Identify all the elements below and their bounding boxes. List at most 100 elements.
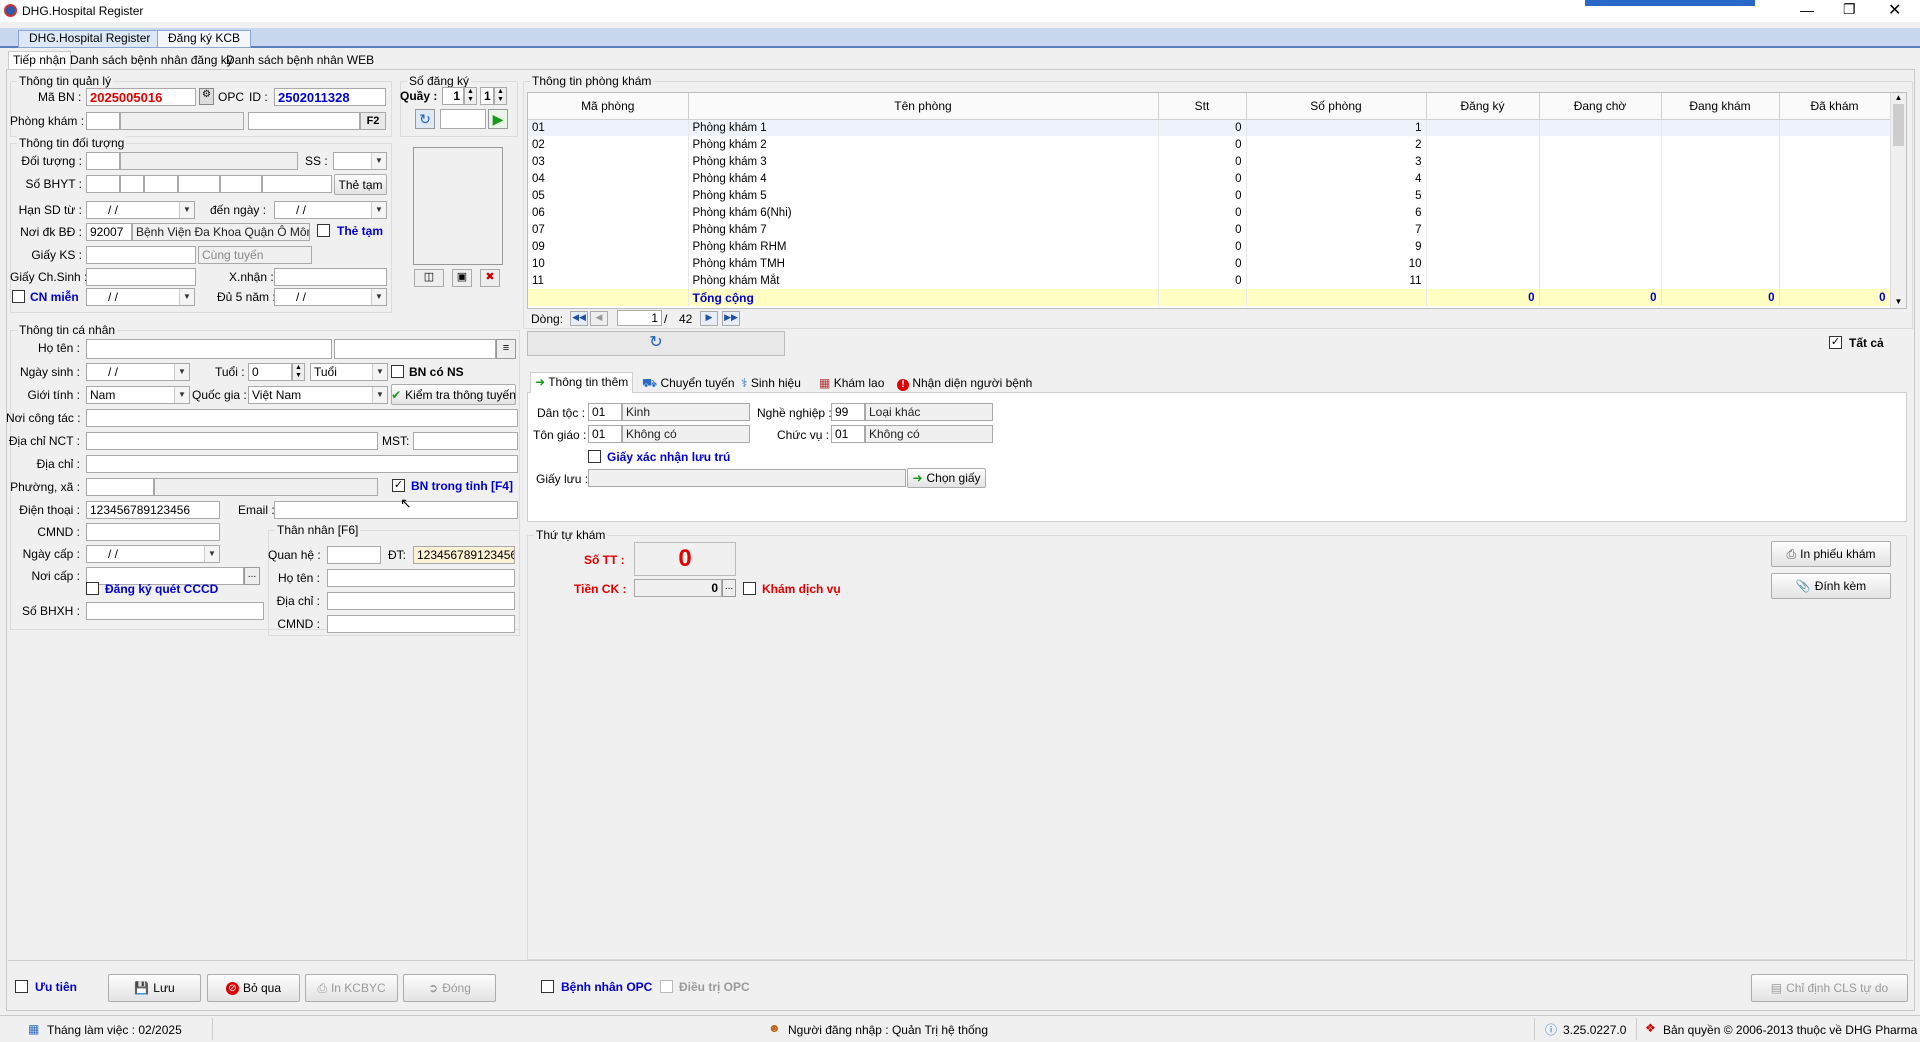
- scroll-up-icon[interactable]: ▲: [1891, 93, 1906, 102]
- table-row[interactable]: 11 Phòng khám Mắt 0 11: [528, 272, 1891, 289]
- table-row[interactable]: 10 Phòng khám TMH 0 10: [528, 255, 1891, 272]
- in-kcbyc-button[interactable]: ⎙ In KCBYC: [305, 974, 398, 1002]
- tab-ds-bn-dang-ky[interactable]: Danh sách bệnh nhân đăng ký: [66, 52, 237, 70]
- xnhan-field[interactable]: [274, 268, 387, 286]
- so-dang-ky-field[interactable]: [440, 109, 486, 129]
- play-icon[interactable]: ▶: [488, 109, 508, 129]
- phong-kham-code[interactable]: [86, 112, 120, 130]
- dan-toc-code[interactable]: 01: [588, 403, 622, 421]
- so-bhyt-part2[interactable]: [120, 175, 144, 193]
- dinh-kem-button[interactable]: 📎 Đính kèm: [1771, 573, 1891, 599]
- column-header[interactable]: Đang khám: [1661, 93, 1780, 120]
- table-row[interactable]: 06 Phòng khám 6(Nhi) 0 6: [528, 204, 1891, 221]
- tab-ds-bn-web[interactable]: Danh sách bệnh nhân WEB: [222, 52, 378, 70]
- dien-thoai-field[interactable]: 123456789123456: [86, 501, 220, 519]
- scroll-down-icon[interactable]: ▼: [1891, 297, 1906, 306]
- table-row[interactable]: 03 Phòng khám 303: [528, 153, 1891, 170]
- grid-scrollbar[interactable]: ▲ ▼: [1890, 93, 1906, 308]
- tuoi-spinner[interactable]: ▲ ▼: [292, 363, 305, 381]
- giay-xac-nhan-checkbox[interactable]: [588, 450, 601, 463]
- column-header[interactable]: Đang chờ: [1539, 93, 1662, 120]
- email-field[interactable]: [274, 501, 518, 519]
- dt-field[interactable]: 123456789123456: [413, 546, 515, 564]
- close-icon[interactable]: ✕: [1888, 0, 1901, 20]
- so-bhxh-field[interactable]: [86, 602, 264, 620]
- tab-thong-tin-them[interactable]: ➜ Thông tin thêm: [530, 372, 634, 393]
- ma-bn-field[interactable]: 2025005016: [86, 88, 196, 106]
- next-page-icon[interactable]: ▶: [700, 311, 718, 326]
- dong-button[interactable]: ➲ Đóng: [403, 974, 496, 1002]
- doc-tab-hospital-register[interactable]: DHG.Hospital Register: [18, 30, 162, 48]
- quan-he-field[interactable]: [327, 546, 381, 564]
- mst-field[interactable]: [413, 432, 518, 450]
- han-sd-from[interactable]: / / ▼: [86, 201, 195, 219]
- minimize-icon[interactable]: —: [1800, 2, 1814, 18]
- column-header[interactable]: Stt: [1158, 93, 1247, 120]
- in-phieu-kham-button[interactable]: ⎙ In phiếu khám: [1771, 541, 1891, 567]
- bo-qua-button[interactable]: ⊘ Bỏ qua: [207, 974, 300, 1002]
- noi-cong-tac-field[interactable]: [86, 409, 518, 427]
- ho-ten-extra[interactable]: [334, 339, 496, 359]
- so-bhyt-part3[interactable]: [144, 175, 178, 193]
- prev-page-icon[interactable]: ◀: [590, 311, 608, 326]
- kham-dich-vu-checkbox[interactable]: [743, 582, 756, 595]
- nghe-nghiep-code[interactable]: 99: [831, 403, 865, 421]
- column-header[interactable]: Đã khám: [1779, 93, 1891, 120]
- table-row[interactable]: 05 Phòng khám 505: [528, 187, 1891, 204]
- tab-sinh-hieu[interactable]: ⚕ Sinh hiệu: [737, 375, 805, 393]
- uu-tien-checkbox[interactable]: [15, 980, 28, 993]
- column-header[interactable]: Đăng ký: [1426, 93, 1540, 120]
- tab-chuyen-tuyen[interactable]: ⛟ Chuyển tuyến: [638, 375, 739, 393]
- kiem-tra-thong-tuyen-button[interactable]: ✔ Kiểm tra thông tuyến: [391, 384, 516, 405]
- dia-chi-field[interactable]: [86, 455, 518, 473]
- table-row[interactable]: 01 Phòng khám 101: [528, 119, 1891, 136]
- chuc-vu-code[interactable]: 01: [831, 425, 865, 443]
- quoc-gia-select[interactable]: Việt Nam ▼: [248, 386, 388, 404]
- table-row[interactable]: 09 Phòng khám RHM 0 9: [528, 238, 1891, 255]
- cn-mien-checkbox[interactable]: [12, 290, 25, 303]
- column-header[interactable]: Mã phòng: [528, 93, 689, 120]
- phong-kham-extra[interactable]: [248, 112, 360, 130]
- id-field[interactable]: 2502011328: [274, 88, 386, 106]
- dang-ky-cccd-checkbox[interactable]: [86, 582, 99, 595]
- so-bhyt-part6[interactable]: [262, 175, 332, 193]
- ton-giao-code[interactable]: 01: [588, 425, 622, 443]
- maximize-icon[interactable]: ❐: [1843, 1, 1856, 18]
- so-bhyt-part4[interactable]: [178, 175, 220, 193]
- tab-nhan-dien[interactable]: ! Nhận diện người bệnh: [893, 375, 1036, 393]
- tuoi-field[interactable]: 0: [248, 363, 292, 381]
- cmnd-field[interactable]: [86, 523, 220, 541]
- more-icon[interactable]: ...: [722, 579, 736, 597]
- than-nhan-dia-chi-field[interactable]: [327, 592, 515, 610]
- doi-tuong-code[interactable]: [86, 152, 120, 170]
- luu-button[interactable]: 💾 Lưu: [108, 974, 201, 1002]
- gioi-tinh-select[interactable]: Nam ▼: [86, 386, 190, 404]
- chi-dinh-cls-button[interactable]: ▤ Chỉ định CLS tự do: [1751, 974, 1908, 1002]
- tuoi-unit-select[interactable]: Tuổi ▼: [310, 363, 388, 381]
- photo-delete-icon[interactable]: ✖: [480, 269, 500, 287]
- than-nhan-ho-ten-field[interactable]: [327, 569, 515, 587]
- table-row[interactable]: 02 Phòng khám 202: [528, 136, 1891, 153]
- giay-chsinh-field[interactable]: [86, 268, 196, 286]
- column-header[interactable]: Số phòng: [1246, 93, 1427, 120]
- first-page-icon[interactable]: ◀◀: [570, 311, 588, 326]
- table-row[interactable]: 04 Phòng khám 404: [528, 170, 1891, 187]
- column-header[interactable]: Tên phòng: [688, 93, 1159, 120]
- bn-co-ns-checkbox[interactable]: [391, 365, 404, 378]
- ho-ten-field[interactable]: [86, 339, 332, 359]
- bn-trong-tinh-checkbox[interactable]: ✓: [392, 479, 405, 492]
- ss-select[interactable]: ▼: [333, 152, 387, 170]
- than-nhan-cmnd-field[interactable]: [327, 615, 515, 633]
- so-bhyt-part5[interactable]: [220, 175, 262, 193]
- so-bhyt-part1[interactable]: [86, 175, 120, 193]
- quay-spinner-2[interactable]: ▲ ▼: [494, 87, 507, 105]
- page-input[interactable]: 1: [617, 310, 662, 326]
- table-row[interactable]: 07 Phòng khám 707: [528, 221, 1891, 238]
- du-5-nam-date[interactable]: / / ▼: [274, 288, 387, 306]
- f2-button[interactable]: F2: [360, 112, 386, 130]
- the-tam-button[interactable]: Thẻ tạm: [334, 174, 387, 195]
- dia-chi-nct-field[interactable]: [86, 432, 378, 450]
- tab-tiep-nhan[interactable]: Tiếp nhận: [8, 51, 71, 69]
- bn-opc-checkbox[interactable]: [541, 980, 554, 993]
- phuong-xa-code[interactable]: [86, 478, 154, 496]
